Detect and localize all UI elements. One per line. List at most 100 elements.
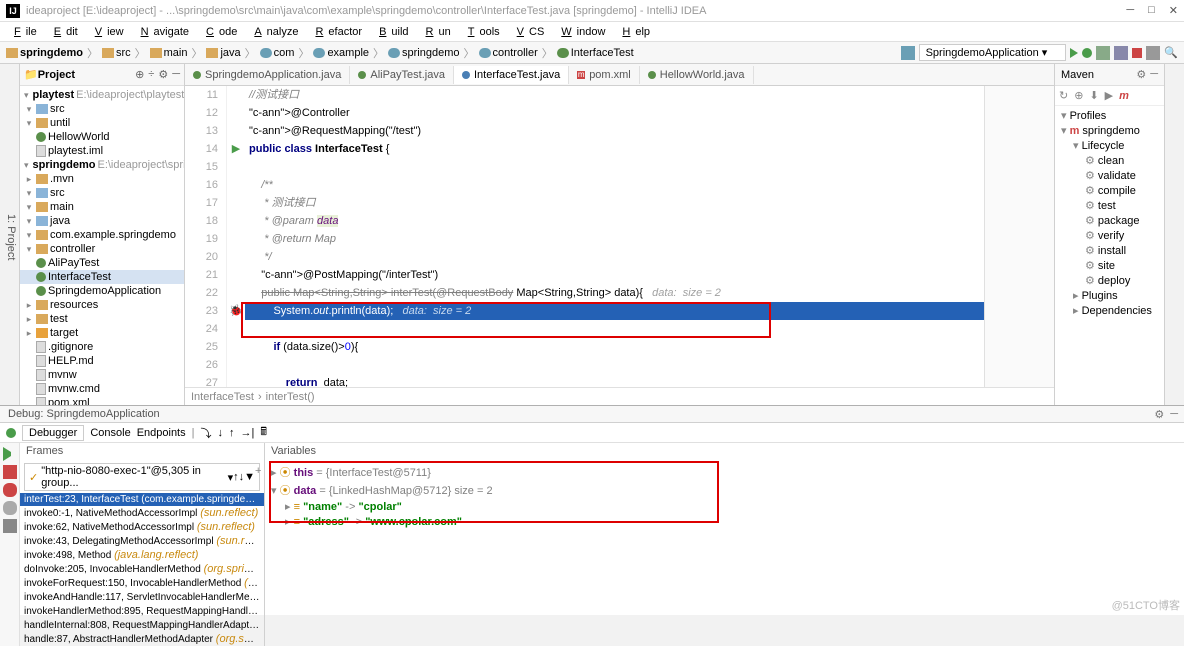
tree-node[interactable]: .gitignore (20, 340, 184, 354)
menu-tools[interactable]: Tools (458, 25, 505, 39)
tree-node[interactable]: ▾ playtest E:\ideaproject\playtest (20, 88, 184, 102)
tree-node[interactable]: ▸ test (20, 312, 184, 326)
menu-help[interactable]: Help (612, 25, 655, 39)
maven-node[interactable]: ⚙ package (1057, 213, 1162, 228)
debug-hide-icon[interactable]: ─ (1170, 408, 1178, 421)
minimize-button[interactable]: ─ (1126, 4, 1134, 17)
step-into-icon[interactable]: ↓ (217, 427, 223, 439)
evaluate-icon[interactable]: 🖩 (260, 423, 267, 442)
stack-frame[interactable]: invokeForRequest:150, InvocableHandlerMe… (20, 576, 264, 590)
project-tool-stripe[interactable]: 1: Project (3, 76, 19, 399)
maven-node[interactable]: ▸ Plugins (1057, 288, 1162, 303)
maven-node[interactable]: ⚙ clean (1057, 153, 1162, 168)
editor-tab[interactable]: HellowWorld.java (640, 66, 754, 84)
run-to-cursor-icon[interactable]: →| (240, 427, 254, 439)
code-editor[interactable]: 11121314151617181920212223242526272829 ▶… (185, 86, 1054, 387)
editor-tab[interactable]: SpringdemoApplication.java (185, 66, 350, 84)
generate-icon[interactable]: ⊕ (1074, 89, 1083, 102)
stack-frame[interactable]: interTest:23, InterfaceTest (com.example… (20, 493, 264, 506)
maven-node[interactable]: ▾ Lifecycle (1057, 138, 1162, 153)
stack-frame[interactable]: handle:87, AbstractHandlerMethodAdapter … (20, 632, 264, 646)
debug-tab-label[interactable]: Debug: SpringdemoApplication (0, 406, 168, 422)
debug-button[interactable] (1082, 48, 1092, 58)
rerun-icon[interactable] (6, 428, 16, 438)
maven-node[interactable]: ⚙ test (1057, 198, 1162, 213)
menu-build[interactable]: Build (369, 25, 413, 39)
menu-code[interactable]: Code (196, 25, 242, 39)
maximize-button[interactable]: □ (1148, 4, 1155, 17)
maven-node[interactable]: ⚙ site (1057, 258, 1162, 273)
breadcrumb-example[interactable]: example (313, 47, 369, 59)
breadcrumb-java[interactable]: java (206, 47, 240, 59)
menu-navigate[interactable]: Navigate (131, 25, 194, 39)
tree-node[interactable]: ▸ target (20, 326, 184, 340)
step-over-icon[interactable]: ⤵ (200, 425, 211, 441)
stack-frame[interactable]: invokeHandlerMethod:895, RequestMappingH… (20, 604, 264, 618)
tree-node[interactable]: ▾ com.example.springdemo (20, 228, 184, 242)
select-opened-icon[interactable]: ⊕ (135, 68, 144, 81)
mute-icon[interactable] (3, 501, 17, 515)
left-toolwindow-bar[interactable]: 1: Project (0, 64, 20, 405)
console-subtab[interactable]: Console (90, 427, 130, 439)
settings-icon[interactable]: ⚙ (158, 68, 168, 81)
breadcrumb-controller[interactable]: controller (479, 47, 538, 59)
tree-node[interactable]: ▾ springdemo E:\ideaproject\springdemo (20, 158, 184, 172)
stack-frame[interactable]: invoke:498, Method (java.lang.reflect) (20, 548, 264, 562)
tree-node[interactable]: playtest.iml (20, 144, 184, 158)
debug-settings-icon[interactable]: ⚙ (1154, 408, 1164, 421)
stop-button[interactable] (1132, 48, 1142, 58)
tree-node[interactable]: AliPayTest (20, 256, 184, 270)
maven-node[interactable]: ⚙ validate (1057, 168, 1162, 183)
breakpoints-icon[interactable] (3, 483, 17, 497)
tree-node[interactable]: ▾ controller (20, 242, 184, 256)
execute-icon[interactable]: ▶ (1105, 89, 1113, 102)
breadcrumb-InterfaceTest[interactable]: InterfaceTest (557, 47, 634, 59)
tree-node[interactable]: ▸ .mvn (20, 172, 184, 186)
tree-node[interactable]: mvnw.cmd (20, 382, 184, 396)
step-out-icon[interactable]: ↑ (229, 427, 235, 439)
stack-frame[interactable]: invoke0:-1, NativeMethodAccessorImpl (su… (20, 506, 264, 520)
tree-node[interactable]: ▾ java (20, 214, 184, 228)
collapse-icon[interactable]: ÷ (148, 68, 154, 81)
tree-node[interactable]: SpringdemoApplication (20, 284, 184, 298)
variable-row[interactable]: ▸ ≡ "adress" -> "www.cpolar.com" (271, 514, 1178, 529)
stack-frame[interactable]: invoke:43, DelegatingMethodAccessorImpl … (20, 534, 264, 548)
thread-combo[interactable]: ✓ "http-nio-8080-exec-1"@5,305 in group.… (24, 463, 260, 491)
maven-node[interactable]: ▾ Profiles (1057, 108, 1162, 123)
editor-tab[interactable]: InterfaceTest.java (454, 66, 569, 84)
maven-node[interactable]: ⚙ install (1057, 243, 1162, 258)
menu-vcs[interactable]: VCS (507, 25, 550, 39)
tree-node[interactable]: HELP.md (20, 354, 184, 368)
stack-frame[interactable]: invoke:62, NativeMethodAccessorImpl (sun… (20, 520, 264, 534)
tree-node[interactable]: HellowWorld (20, 130, 184, 144)
hammer-icon[interactable] (901, 46, 915, 60)
endpoints-subtab[interactable]: Endpoints (137, 427, 186, 439)
tree-node[interactable]: pom.xml (20, 396, 184, 405)
maven-node[interactable]: ⚙ deploy (1057, 273, 1162, 288)
menu-window[interactable]: Window (551, 25, 610, 39)
maven-node[interactable]: ⚙ compile (1057, 183, 1162, 198)
maven-node[interactable]: ▸ Dependencies (1057, 303, 1162, 318)
tree-node[interactable]: ▾ src (20, 186, 184, 200)
reimport-icon[interactable]: ↻ (1059, 89, 1068, 102)
run-config-combo[interactable]: SpringdemoApplication ▾ (919, 44, 1067, 61)
tree-node[interactable]: ▾ src (20, 102, 184, 116)
menu-analyze[interactable]: Analyze (244, 25, 303, 39)
maven-node[interactable]: ⚙ verify (1057, 228, 1162, 243)
breadcrumb-springdemo[interactable]: springdemo (388, 47, 459, 59)
menu-file[interactable]: File (4, 25, 42, 39)
maven-hide-icon[interactable]: ─ (1150, 68, 1158, 81)
menu-run[interactable]: Run (416, 25, 456, 39)
stop-debug-icon[interactable] (3, 465, 17, 479)
coverage-icon[interactable] (1096, 46, 1110, 60)
tree-node[interactable]: ▾ until (20, 116, 184, 130)
close-button[interactable]: ✕ (1169, 4, 1178, 17)
menu-refactor[interactable]: Refactor (305, 25, 367, 39)
variable-row[interactable]: ▸ ⦿ this = {InterfaceTest@5711} (271, 463, 1178, 481)
menu-edit[interactable]: Edit (44, 25, 83, 39)
breadcrumb-main[interactable]: main (150, 47, 188, 59)
variable-row[interactable]: ▾ ⦿ data = {LinkedHashMap@5712} size = 2 (271, 481, 1178, 499)
breadcrumb-springdemo[interactable]: springdemo (6, 47, 83, 59)
profile-icon[interactable] (1114, 46, 1128, 60)
minimap[interactable] (984, 86, 1054, 387)
